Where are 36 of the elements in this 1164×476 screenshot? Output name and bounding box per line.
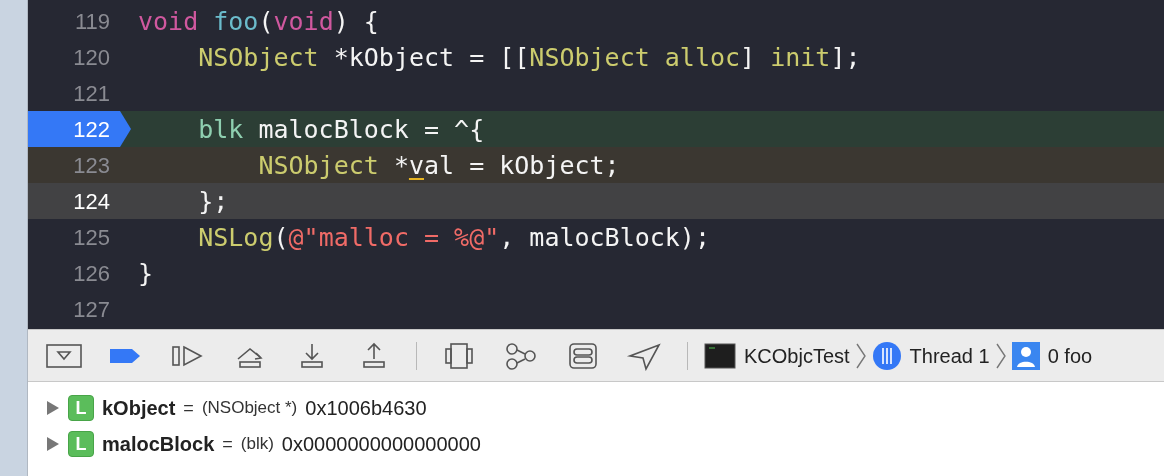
code-line: NSLog(@"malloc = %@", malocBlock);: [197, 224, 710, 250]
disclosure-triangle-icon[interactable]: [46, 436, 60, 452]
code-line: }: [138, 260, 154, 286]
equals-sign: =: [183, 396, 194, 420]
variable-name: kObject: [102, 396, 176, 421]
local-badge: L: [68, 395, 94, 421]
line-number: 124: [73, 187, 110, 216]
person-icon: [1011, 341, 1040, 370]
code-line: void foo(void) {: [138, 8, 379, 34]
chevron-icon: [855, 341, 866, 370]
chevron-icon: [995, 341, 1006, 370]
line-number: 126: [73, 259, 110, 288]
line-number: 122: [73, 115, 110, 144]
code-line: };: [197, 188, 229, 214]
variable-type: (NSObject *): [201, 397, 298, 420]
path-item[interactable]: KCObjcTest: [704, 340, 850, 371]
variable-value: 0x0000000000000000: [281, 432, 481, 457]
thread-icon: [871, 340, 902, 371]
line-number: 119: [74, 7, 110, 36]
equals-sign: =: [222, 432, 233, 456]
terminal-icon: [704, 341, 736, 370]
variable-type: (blk): [240, 433, 274, 456]
local-badge: L: [68, 431, 94, 457]
path-item[interactable]: 0 foo: [1011, 340, 1093, 371]
variable-name: malocBlock: [102, 432, 215, 457]
code-line: NSObject *kObject = [[NSObject alloc] init];: [197, 44, 861, 70]
line-number: 120: [73, 43, 110, 72]
disclosure-triangle-icon[interactable]: [46, 400, 60, 416]
line-number: 123: [73, 151, 110, 180]
line-number: 121: [73, 79, 110, 108]
code-line: blk malocBlock = ^{: [197, 116, 485, 142]
code-line: NSObject *val = kObject;: [257, 152, 620, 178]
line-number: 127: [73, 295, 110, 324]
path-item[interactable]: Thread 1: [871, 340, 990, 371]
variable-value: 0x1006b4630: [305, 396, 427, 421]
line-number: 125: [73, 223, 110, 252]
